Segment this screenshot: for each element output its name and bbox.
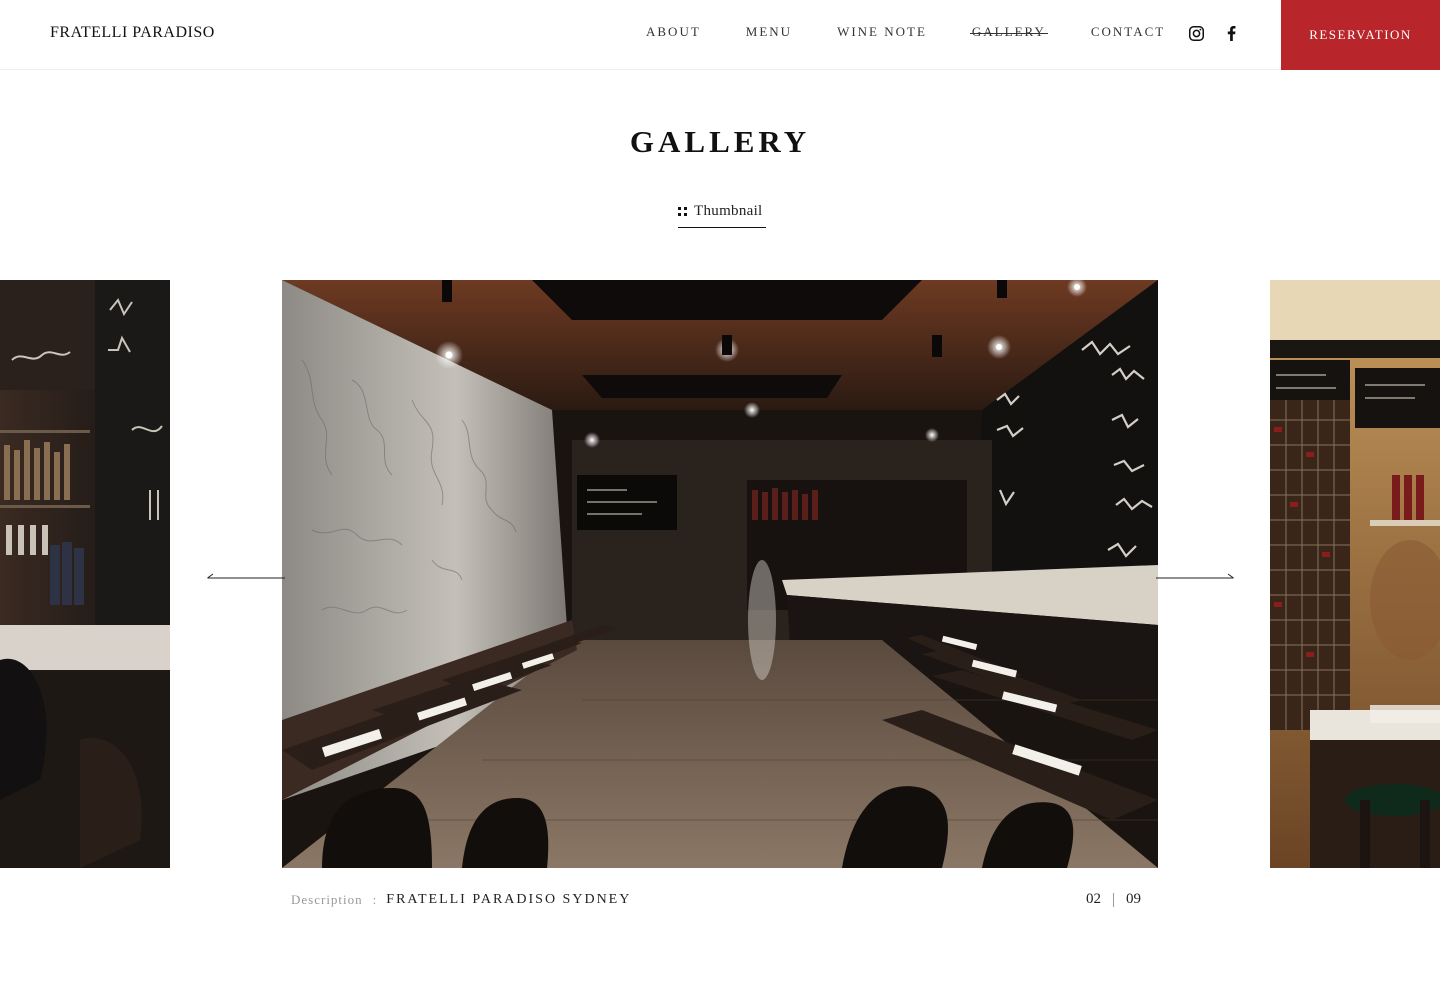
instagram-icon[interactable] (1187, 24, 1205, 42)
nav-gallery[interactable]: GALLERY (969, 24, 1048, 40)
nav-menu[interactable]: MENU (746, 24, 792, 40)
page-title: GALLERY (629, 124, 811, 159)
current-slide-number: 02 (1086, 891, 1101, 907)
thumbnail-label: Thumbnail (694, 203, 763, 219)
reservation-button[interactable]: RESERVATION (1281, 0, 1440, 70)
nav-about[interactable]: ABOUT (646, 24, 701, 40)
main-nav: ABOUT MENU WINE NOTE GALLERY CONTACT (646, 24, 1165, 40)
counter-divider (1113, 892, 1114, 907)
nav-wine-note[interactable]: WINE NOTE (837, 24, 927, 40)
facebook-icon[interactable] (1222, 24, 1240, 42)
site-logo[interactable]: FRATELLI PARADISO (50, 24, 215, 42)
description-separator: : (372, 892, 377, 907)
description-label: Description (291, 892, 363, 907)
next-slide-image[interactable] (1270, 280, 1440, 868)
total-slide-number: 09 (1126, 891, 1141, 907)
previous-slide-image[interactable] (0, 280, 170, 868)
next-arrow-icon[interactable] (1156, 570, 1234, 580)
nav-contact[interactable]: CONTACT (1091, 24, 1165, 40)
site-header: FRATELLI PARADISO ABOUT MENU WINE NOTE G… (0, 0, 1440, 70)
gallery-main-image[interactable] (282, 280, 1158, 868)
previous-arrow-icon[interactable] (207, 570, 285, 580)
grid-icon (678, 207, 687, 216)
slide-caption: Description : FRATELLI PARADISO SYDNEY (291, 892, 631, 908)
slide-counter: 02 09 (1086, 891, 1141, 908)
description-text: FRATELLI PARADISO SYDNEY (386, 892, 632, 907)
thumbnail-toggle[interactable]: Thumbnail (678, 203, 766, 228)
